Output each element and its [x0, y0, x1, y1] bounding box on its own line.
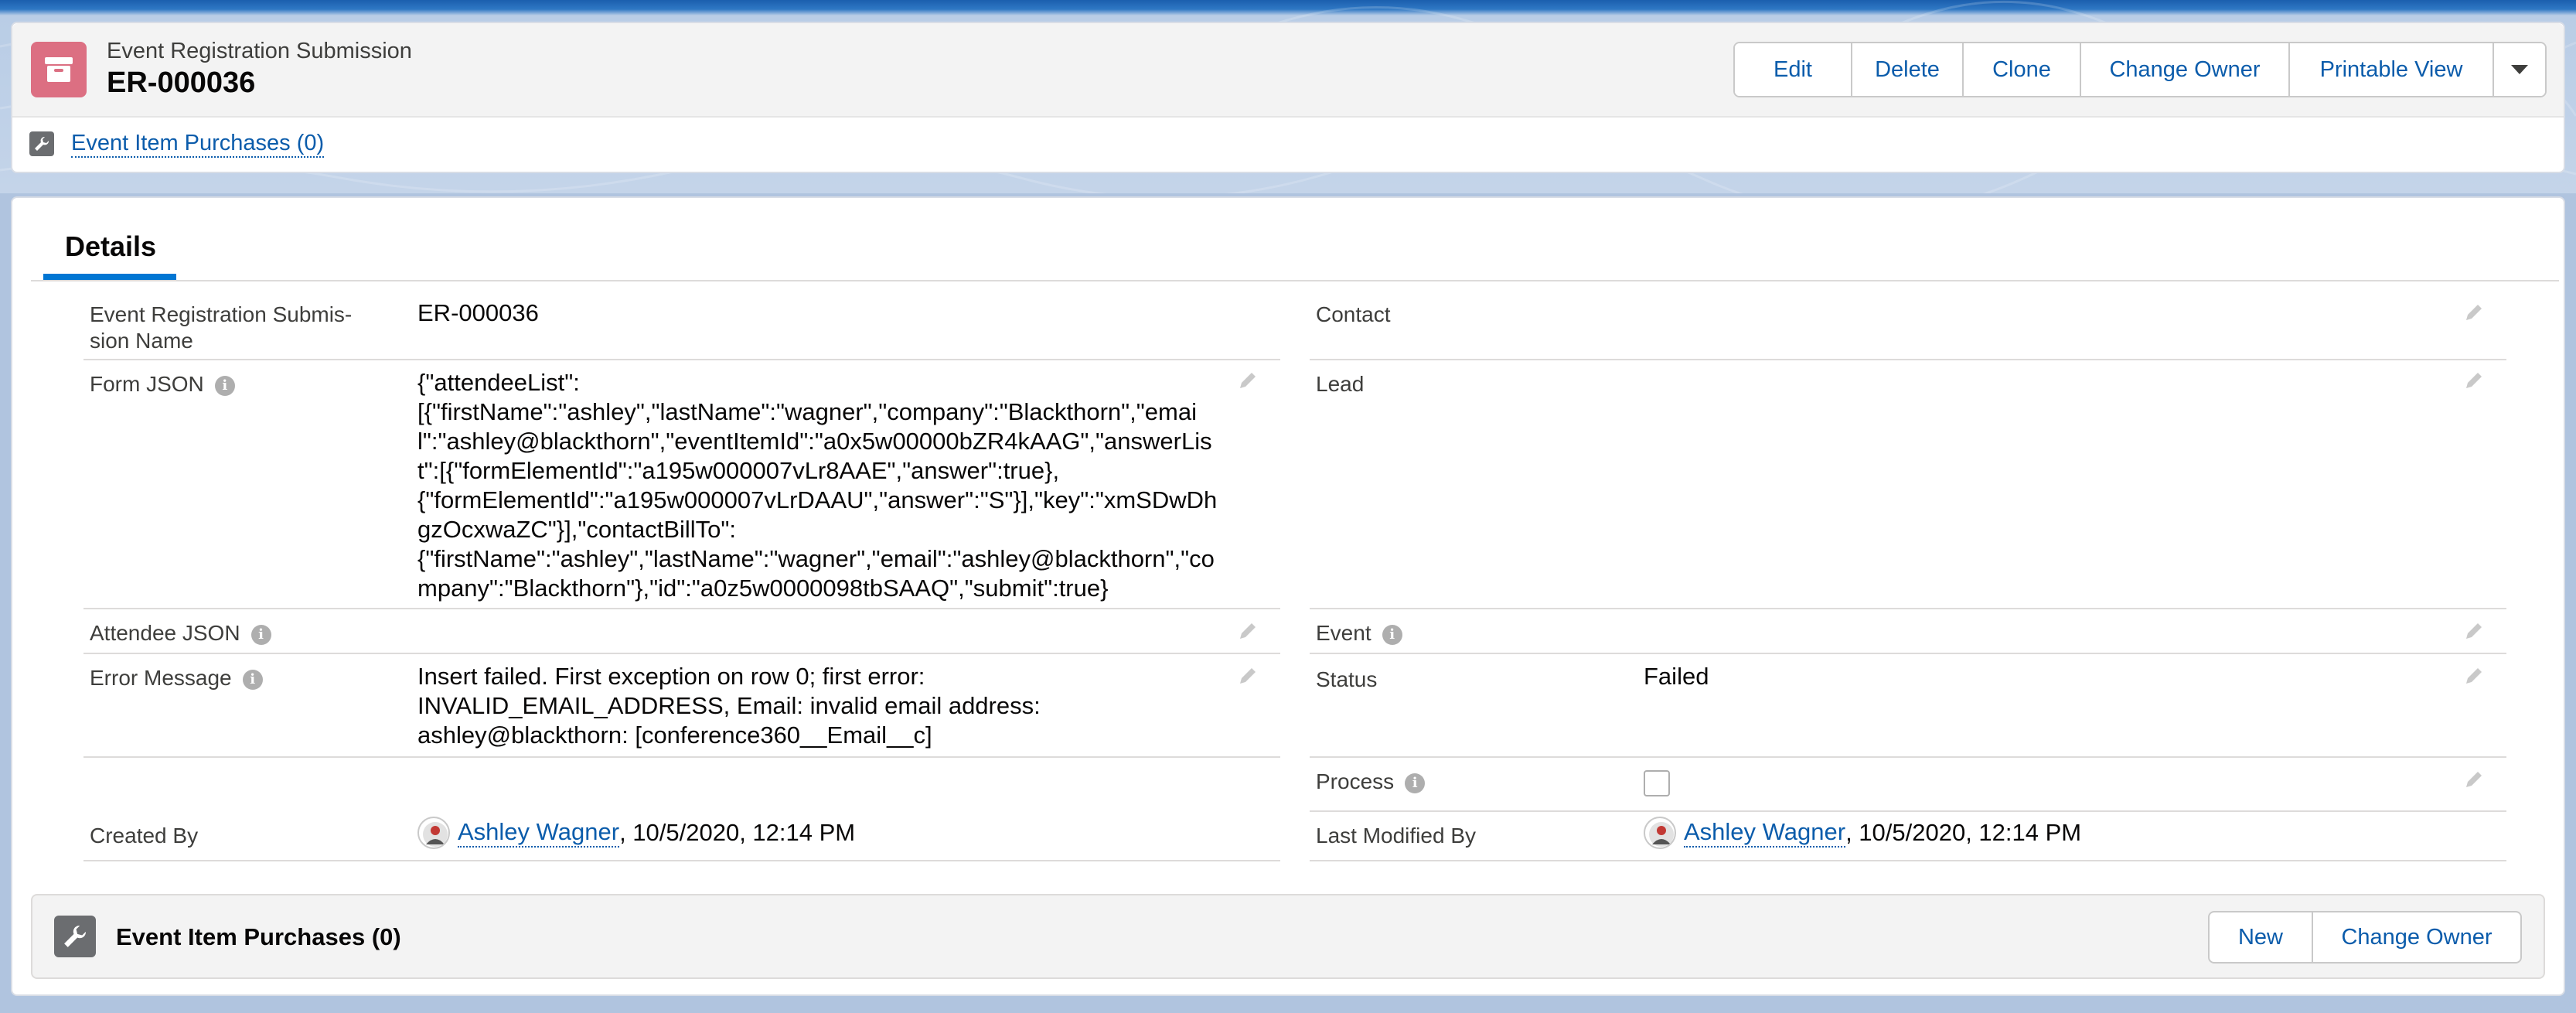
field-label-error-message: Error Message i: [90, 665, 263, 691]
active-tab-indicator: [43, 274, 176, 280]
field-divider: [83, 860, 1280, 861]
field-label-last-modified-by: Last Modified By: [1316, 824, 1476, 848]
event-item-purchases-link[interactable]: Event Item Purchases (0): [71, 130, 325, 158]
pencil-icon[interactable]: [2463, 665, 2485, 687]
record-header: Event Registration Submission ER-000036 …: [11, 22, 2565, 173]
field-value-status: Failed: [1644, 663, 1709, 690]
pencil-icon[interactable]: [1237, 620, 1259, 642]
field-value-submission-name: ER-000036: [417, 299, 539, 326]
printable-view-button[interactable]: Printable View: [2290, 43, 2494, 96]
change-owner-button[interactable]: Change Owner: [2313, 912, 2520, 962]
tab-bar: Details: [31, 198, 2559, 281]
created-by-date: , 10/5/2020, 12:14 PM: [619, 819, 856, 846]
info-icon[interactable]: i: [214, 375, 235, 396]
pencil-icon[interactable]: [2463, 302, 2485, 323]
edit-button[interactable]: Edit: [1735, 43, 1852, 96]
chevron-down-icon: [2511, 65, 2528, 74]
field-label-lead: Lead: [1316, 372, 1365, 396]
field-divider: [1310, 359, 2506, 360]
info-icon[interactable]: i: [250, 624, 271, 645]
pencil-icon[interactable]: [2463, 620, 2485, 642]
pencil-icon[interactable]: [1237, 370, 1259, 391]
info-icon[interactable]: i: [1382, 624, 1402, 645]
object-type-label: Event Registration Submission: [107, 39, 412, 63]
pencil-icon[interactable]: [2463, 370, 2485, 391]
record-header-top: Event Registration Submission ER-000036 …: [12, 23, 2564, 118]
field-label-status: Status: [1316, 667, 1378, 691]
field-divider: [83, 359, 1280, 360]
attendee-json-label-text: Attendee JSON: [90, 621, 240, 645]
related-list-title[interactable]: Event Item Purchases (0): [116, 923, 401, 951]
error-message-label-text: Error Message: [90, 666, 232, 690]
record-action-buttons: Edit Delete Clone Change Owner Printable…: [1733, 42, 2547, 97]
info-icon[interactable]: i: [1405, 773, 1426, 793]
field-value-form-json: {"attendeeList": [{"firstName":"ashley",…: [417, 369, 1218, 602]
record-title: ER-000036: [107, 67, 256, 99]
change-owner-button[interactable]: Change Owner: [2081, 43, 2290, 96]
field-divider: [83, 756, 1280, 758]
created-by-user-link[interactable]: Ashley Wagner: [458, 818, 620, 848]
field-divider: [1310, 608, 2506, 609]
wrench-icon: [29, 131, 54, 156]
field-divider: [83, 653, 1280, 654]
field-divider: [1310, 810, 2506, 812]
field-value-last-modified-by: Ashley Wagner, 10/5/2020, 12:14 PM: [1644, 817, 2081, 849]
field-label-attendee-json: Attendee JSON i: [90, 620, 271, 646]
details-panel: Details Event Registration Submis- sion …: [11, 196, 2565, 996]
clone-button[interactable]: Clone: [1964, 43, 2081, 96]
pencil-icon[interactable]: [1237, 665, 1259, 687]
field-label-event: Event i: [1316, 620, 1402, 646]
info-icon[interactable]: i: [242, 669, 263, 690]
related-quick-link-row: Event Item Purchases (0): [29, 128, 325, 159]
field-label-form-json: Form JSON i: [90, 371, 235, 397]
field-value-created-by: Ashley Wagner, 10/5/2020, 12:14 PM: [417, 817, 855, 849]
field-label-submission-name: Event Registration Submis- sion Name: [90, 302, 353, 353]
field-divider: [1310, 756, 2506, 758]
pencil-icon[interactable]: [2463, 769, 2485, 790]
form-json-label-text: Form JSON: [90, 372, 204, 396]
delete-button[interactable]: Delete: [1852, 43, 1964, 96]
field-label-process: Process i: [1316, 769, 1426, 795]
new-button[interactable]: New: [2210, 912, 2313, 962]
last-modified-by-user-link[interactable]: Ashley Wagner: [1684, 818, 1846, 848]
field-divider: [83, 608, 1280, 609]
process-label-text: Process: [1316, 769, 1395, 793]
process-checkbox[interactable]: [1644, 770, 1670, 796]
event-label-text: Event: [1316, 621, 1371, 645]
last-modified-by-date: , 10/5/2020, 12:14 PM: [1845, 819, 2082, 846]
avatar: [1644, 817, 1676, 849]
related-list-actions: New Change Owner: [2208, 911, 2522, 964]
wrench-icon: [54, 916, 96, 957]
avatar: [417, 817, 450, 849]
field-divider: [1310, 653, 2506, 654]
field-divider: [1310, 860, 2506, 861]
field-label-created-by: Created By: [90, 824, 199, 848]
related-list-event-item-purchases: Event Item Purchases (0) New Change Owne…: [31, 894, 2545, 979]
more-actions-button[interactable]: [2494, 43, 2545, 96]
field-value-error-message: Insert failed. First exception on row 0;…: [417, 663, 1041, 749]
archive-box-icon: [31, 42, 87, 97]
field-label-contact: Contact: [1316, 302, 1391, 326]
